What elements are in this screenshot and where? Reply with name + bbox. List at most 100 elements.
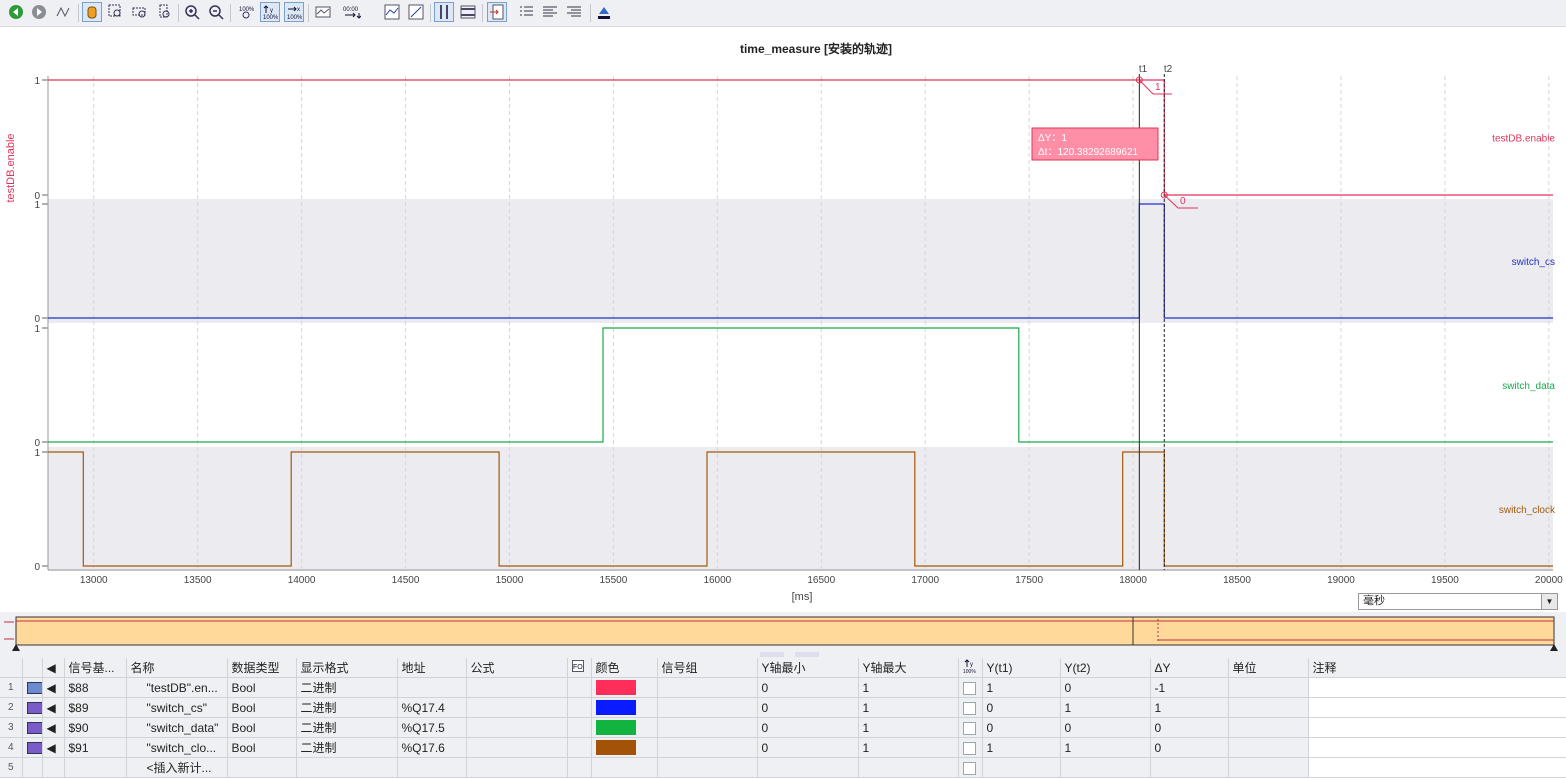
cell-check[interactable] xyxy=(958,737,983,758)
col-type[interactable]: 数据类型 xyxy=(227,658,297,678)
col-name[interactable]: 名称 xyxy=(126,658,228,678)
col-base[interactable]: 信号基... xyxy=(64,658,127,678)
cell-ymin[interactable]: 0 xyxy=(757,697,859,718)
autoscale-checkbox[interactable] xyxy=(962,681,976,695)
cell-unit[interactable] xyxy=(1228,717,1309,738)
cell-base[interactable]: $90 xyxy=(64,717,127,738)
cell-check[interactable] xyxy=(958,697,983,718)
time-unit-select[interactable]: 毫秒 ▼ xyxy=(1358,593,1558,610)
x-tick-label: 15500 xyxy=(600,575,628,586)
series-label: switch_data xyxy=(1502,381,1555,392)
col-ymax[interactable]: Y轴最大 xyxy=(858,658,959,678)
variable-icon xyxy=(22,717,43,738)
autoscale-checkbox[interactable] xyxy=(962,721,976,735)
color-swatch[interactable] xyxy=(595,700,636,716)
col-formula[interactable]: 公式 xyxy=(466,658,568,678)
cell-unit[interactable] xyxy=(1228,697,1309,718)
cell-type[interactable]: Bool xyxy=(227,677,297,698)
col-yt1[interactable]: Y(t1) xyxy=(982,658,1061,678)
color-swatch[interactable] xyxy=(595,740,636,756)
cell-group[interactable] xyxy=(657,717,758,738)
cell-ymin[interactable]: 0 xyxy=(757,737,859,758)
cell-type[interactable]: Bool xyxy=(227,737,297,758)
table-row[interactable]: 1 ◀ $88 "testDB".en... Bool 二进制 0 1 1 0 … xyxy=(0,677,1566,698)
cell-comment[interactable] xyxy=(1308,697,1566,718)
autoscale-checkbox[interactable] xyxy=(962,741,976,755)
trace-chart-plot[interactable]: 10testDB.enable10switch_cs10switch_data1… xyxy=(0,0,1566,612)
cell-address[interactable]: %Q17.5 xyxy=(397,717,467,738)
signal-lane xyxy=(48,447,1553,571)
cell-format[interactable]: 二进制 xyxy=(296,737,398,758)
cell-ymax[interactable]: 1 xyxy=(858,697,959,718)
chevron-down-icon[interactable]: ▼ xyxy=(1541,594,1557,609)
cell-color[interactable] xyxy=(591,737,658,758)
cell-name[interactable]: "switch_data" xyxy=(126,717,228,738)
series-label: switch_clock xyxy=(1499,505,1556,516)
col-color[interactable]: 颜色 xyxy=(591,658,658,678)
cursor-t2-label[interactable]: t2 xyxy=(1164,64,1173,75)
cell-unit[interactable] xyxy=(1228,677,1309,698)
cell-group[interactable] xyxy=(657,697,758,718)
cell-name[interactable]: "switch_cs" xyxy=(126,697,228,718)
col-ymin[interactable]: Y轴最小 xyxy=(757,658,859,678)
row-number: 1 xyxy=(0,677,23,698)
cell-address[interactable] xyxy=(397,677,467,698)
color-swatch[interactable] xyxy=(595,680,636,696)
cell-yt1: 1 xyxy=(982,737,1061,758)
col-dy[interactable]: ΔY xyxy=(1150,658,1229,678)
col-format[interactable]: 显示格式 xyxy=(296,658,398,678)
table-row[interactable]: 3 ◀ $90 "switch_data" Bool 二进制 %Q17.5 0 … xyxy=(0,717,1566,738)
col-group[interactable]: 信号组 xyxy=(657,658,758,678)
cell-check[interactable] xyxy=(958,717,983,738)
time-unit-value: 毫秒 xyxy=(1363,595,1385,607)
table-row[interactable]: 4 ◀ $91 "switch_clo... Bool 二进制 %Q17.6 0… xyxy=(0,737,1566,758)
cell-group[interactable] xyxy=(657,677,758,698)
cell-format[interactable]: 二进制 xyxy=(296,717,398,738)
tooltip-dy: ΔY：1 xyxy=(1038,133,1067,144)
cell-ymax[interactable]: 1 xyxy=(858,737,959,758)
cell-comment[interactable] xyxy=(1308,677,1566,698)
autoscale-checkbox[interactable] xyxy=(962,701,976,715)
cell-base[interactable]: $89 xyxy=(64,697,127,718)
cell-name[interactable]: "switch_clo... xyxy=(126,737,228,758)
y-axis-label: testDB.enable xyxy=(5,133,17,202)
cell-type[interactable]: Bool xyxy=(227,697,297,718)
col-comment[interactable]: 注释 xyxy=(1308,658,1566,678)
cell-color[interactable] xyxy=(591,677,658,698)
cell-type[interactable]: Bool xyxy=(227,717,297,738)
y-tick-label: 1 xyxy=(34,76,40,87)
overview-panel[interactable] xyxy=(0,613,1566,657)
cell-name[interactable]: "testDB".en... xyxy=(126,677,228,698)
cell-color[interactable] xyxy=(591,717,658,738)
cell-color[interactable] xyxy=(591,697,658,718)
cell-format[interactable]: 二进制 xyxy=(296,697,398,718)
cell-unit[interactable] xyxy=(1228,737,1309,758)
cell-address[interactable]: %Q17.4 xyxy=(397,697,467,718)
cell-comment[interactable] xyxy=(1308,737,1566,758)
cell-ymax[interactable]: 1 xyxy=(858,677,959,698)
color-swatch[interactable] xyxy=(595,720,636,736)
cell-base[interactable]: $88 xyxy=(64,677,127,698)
cell-formula[interactable] xyxy=(466,717,568,738)
col-address[interactable]: 地址 xyxy=(397,658,467,678)
cell-comment[interactable] xyxy=(1308,717,1566,738)
cell-formula[interactable] xyxy=(466,737,568,758)
variable-icon xyxy=(22,677,43,698)
cell-formula[interactable] xyxy=(466,677,568,698)
cell-ymax[interactable]: 1 xyxy=(858,717,959,738)
col-unit[interactable]: 单位 xyxy=(1228,658,1309,678)
cell-group[interactable] xyxy=(657,737,758,758)
autoscale-checkbox[interactable] xyxy=(962,761,976,775)
cell-format[interactable]: 二进制 xyxy=(296,677,398,698)
x-axis-label: [ms] xyxy=(792,591,813,603)
cell-ymin[interactable]: 0 xyxy=(757,677,859,698)
signal-lane xyxy=(48,199,1553,323)
table-row[interactable]: 2 ◀ $89 "switch_cs" Bool 二进制 %Q17.4 0 1 … xyxy=(0,697,1566,718)
cell-check[interactable] xyxy=(958,677,983,698)
col-yt2[interactable]: Y(t2) xyxy=(1060,658,1151,678)
cursor-t1-label[interactable]: t1 xyxy=(1139,64,1148,75)
cell-formula[interactable] xyxy=(466,697,568,718)
cell-ymin[interactable]: 0 xyxy=(757,717,859,738)
cell-address[interactable]: %Q17.6 xyxy=(397,737,467,758)
cell-base[interactable]: $91 xyxy=(64,737,127,758)
